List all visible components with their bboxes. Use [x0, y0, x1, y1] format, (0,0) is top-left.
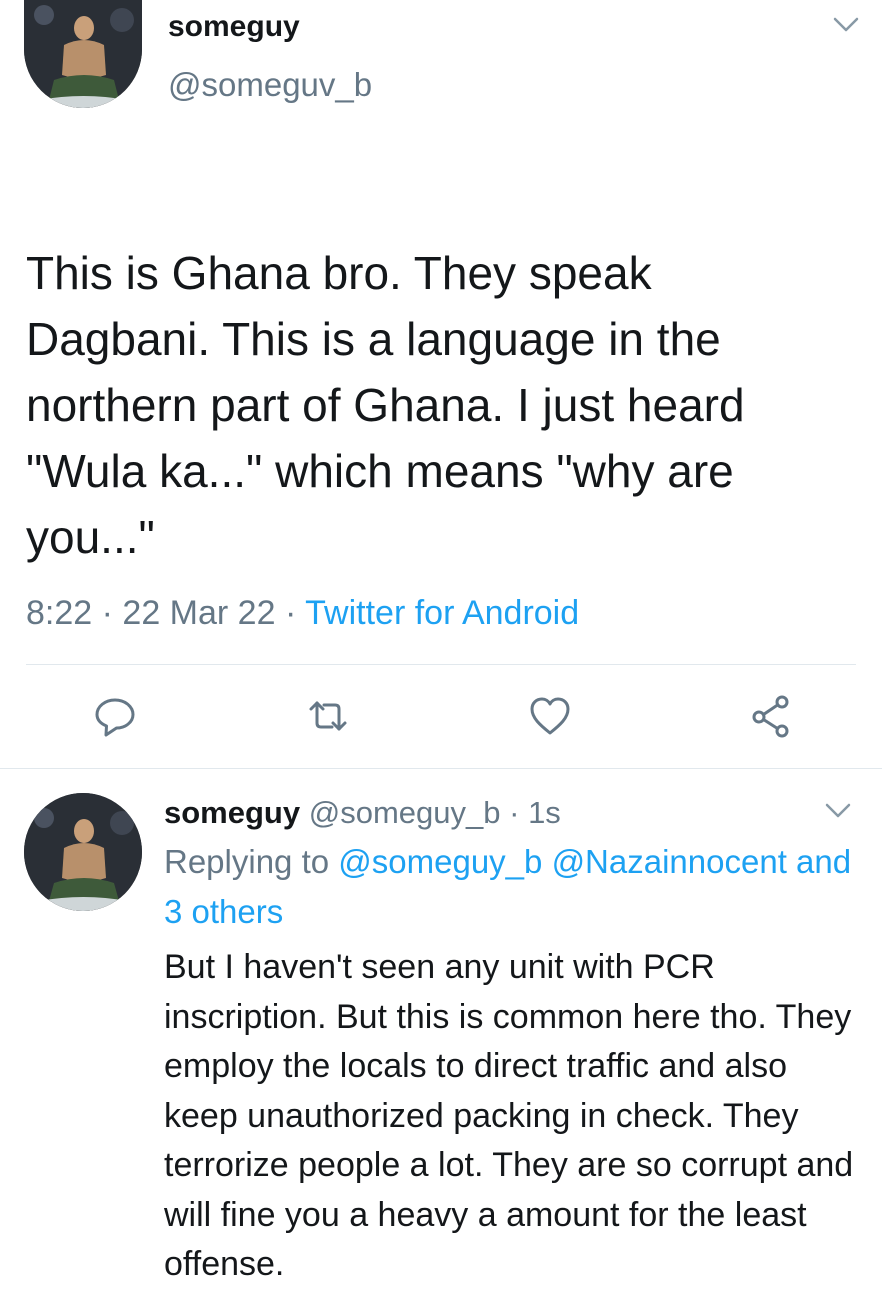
- meta-separator: ·: [284, 594, 297, 632]
- reply-tweet-chevron-down-icon[interactable]: [824, 802, 852, 820]
- reply-tweet-text: But I haven't seen any unit with PCR ins…: [164, 948, 854, 1283]
- tweet-source-link[interactable]: Twitter for Android: [305, 594, 579, 632]
- replying-to-line: Replying to @someguy_b @Nazainnocent and…: [164, 837, 864, 937]
- tweet-time: 8:22: [26, 594, 93, 632]
- replying-prefix: Replying to: [164, 843, 330, 880]
- main-tweet-divider: [26, 664, 856, 665]
- reply-tweet-display-name[interactable]: someguy: [164, 795, 300, 830]
- main-tweet-chevron-down-icon[interactable]: [832, 16, 860, 34]
- like-icon[interactable]: [527, 693, 573, 739]
- share-icon[interactable]: [748, 693, 794, 739]
- reply-icon[interactable]: [92, 693, 138, 739]
- section-divider: [0, 768, 882, 769]
- main-tweet-display-name[interactable]: someguy: [168, 10, 300, 44]
- avatar-image: [24, 0, 142, 108]
- reply-tweet-age: 1s: [528, 795, 561, 830]
- meta-separator: ·: [101, 594, 113, 632]
- retweet-icon[interactable]: [305, 693, 351, 739]
- main-tweet-meta: 8:22 · 22 Mar 22 · Twitter for Android: [26, 594, 579, 633]
- reply-tweet-handle[interactable]: @someguy_b: [309, 795, 501, 830]
- replying-user-link[interactable]: @someguy_b: [338, 843, 542, 880]
- reply-tweet-header: someguy @someguy_b · 1s: [164, 795, 561, 831]
- main-tweet-avatar[interactable]: [24, 0, 142, 108]
- reply-tweet-avatar[interactable]: [24, 793, 142, 911]
- main-tweet-text: This is Ghana bro. They speak Dagbani. T…: [26, 247, 745, 563]
- tweet-date: 22 Mar 22: [122, 594, 276, 632]
- avatar-image: [24, 793, 142, 911]
- header-separator: ·: [509, 795, 520, 830]
- main-tweet-handle[interactable]: @someguv_b: [168, 66, 372, 104]
- replying-user-link[interactable]: @Nazainnocent: [552, 843, 787, 880]
